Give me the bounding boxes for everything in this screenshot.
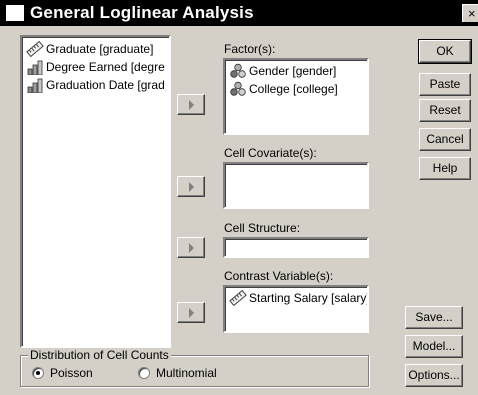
bar-chart-icon: [26, 77, 44, 94]
list-item-label: Graduate [graduate]: [46, 42, 154, 56]
radio-label: Poisson: [50, 366, 93, 380]
window-title: General Loglinear Analysis: [30, 3, 254, 22]
factors-list[interactable]: Gender [gender] College [college]: [223, 58, 369, 135]
move-to-factors-button[interactable]: [177, 94, 205, 115]
ruler-icon: [229, 289, 247, 307]
distribution-group-title: Distribution of Cell Counts: [28, 348, 171, 362]
factors-label: Factor(s):: [224, 42, 276, 56]
list-item-label: College [college]: [249, 82, 338, 96]
contrast-variables-label: Contrast Variable(s):: [224, 269, 334, 283]
radio-label: Multinomial: [156, 366, 217, 380]
window-icon: [6, 5, 24, 21]
bar-chart-icon: [26, 59, 44, 76]
reset-button[interactable]: Reset: [419, 99, 471, 122]
nominal-balls-icon: [229, 63, 247, 79]
right-arrow-icon: [189, 243, 194, 253]
general-loglinear-dialog: General Loglinear Analysis × Graduate [g…: [0, 0, 478, 395]
list-item-label: Gender [gender]: [249, 64, 337, 78]
ruler-icon: [26, 40, 44, 58]
list-item-label: Degree Earned [degre: [46, 60, 165, 74]
list-item-label: Graduation Date [grad: [46, 78, 165, 92]
close-button[interactable]: ×: [462, 4, 478, 22]
radio-poisson[interactable]: Poisson: [32, 366, 112, 380]
right-arrow-icon: [189, 100, 194, 110]
right-arrow-icon: [189, 308, 194, 318]
save-button[interactable]: Save...: [405, 306, 463, 329]
paste-button[interactable]: Paste: [419, 73, 471, 96]
cell-structure-label: Cell Structure:: [224, 221, 301, 235]
contrast-variables-list[interactable]: Starting Salary [salary]: [223, 285, 369, 333]
cancel-button[interactable]: Cancel: [419, 128, 471, 151]
title-bar[interactable]: General Loglinear Analysis ×: [0, 0, 478, 26]
move-to-contrast-variables-button[interactable]: [177, 302, 205, 323]
help-button[interactable]: Help: [419, 157, 471, 180]
model-button[interactable]: Model...: [405, 335, 463, 358]
radio-multinomial[interactable]: Multinomial: [138, 366, 238, 380]
list-item-label: Starting Salary [salary]: [249, 291, 369, 305]
options-button[interactable]: Options...: [405, 364, 463, 387]
ok-button[interactable]: OK: [418, 39, 472, 64]
cell-covariates-list[interactable]: [223, 162, 369, 209]
radio-button[interactable]: [138, 367, 150, 379]
nominal-balls-icon: [229, 81, 247, 97]
radio-button[interactable]: [32, 367, 44, 379]
cell-structure-field[interactable]: [223, 237, 369, 258]
move-to-cell-structure-button[interactable]: [177, 237, 205, 258]
move-to-cell-covariates-button[interactable]: [177, 176, 205, 197]
right-arrow-icon: [189, 182, 194, 192]
cell-covariates-label: Cell Covariate(s):: [224, 146, 317, 160]
source-variable-list[interactable]: Graduate [graduate] Degree Earned [degre…: [20, 35, 171, 348]
